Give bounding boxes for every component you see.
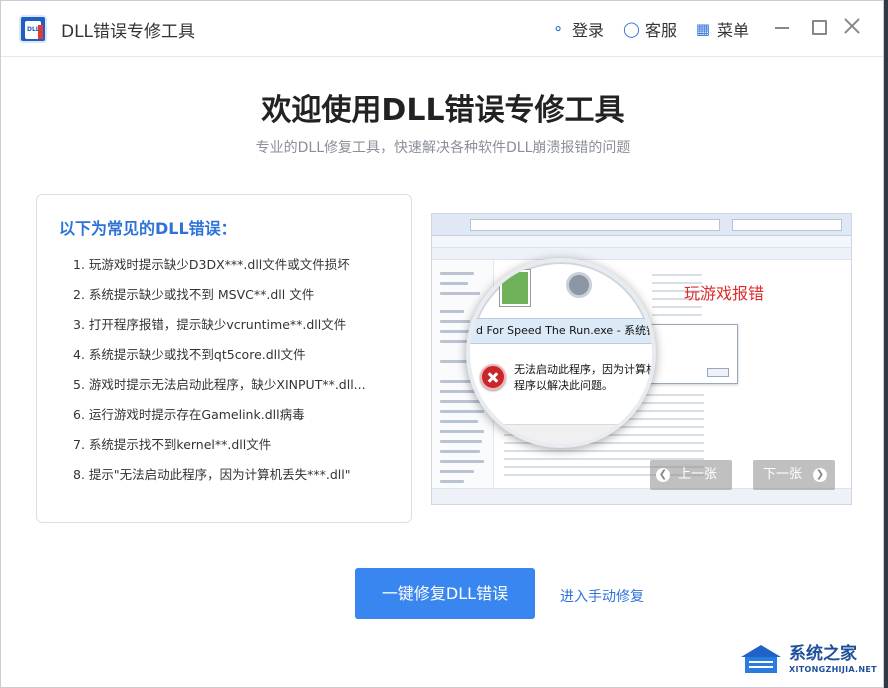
minimize-icon[interactable] xyxy=(771,15,793,37)
service-label: 客服 xyxy=(645,21,678,40)
page-title: 欢迎使用DLL错误专修工具 xyxy=(261,93,625,128)
gear-icon xyxy=(566,272,592,298)
user-icon: ⚬ xyxy=(551,20,565,38)
login-button[interactable]: ⚬ 登录 xyxy=(550,17,604,41)
menu-button[interactable]: ▦ 菜单 xyxy=(695,17,749,41)
menu-label: 菜单 xyxy=(717,21,750,40)
app-title: DLL错误专修工具 xyxy=(61,22,196,42)
watermark-brand: 系统之家 xyxy=(789,644,857,664)
list-item: 6. 运行游戏时提示存在Gamelink.dll病毒 xyxy=(73,407,305,422)
customer-service-button[interactable]: ◯ 客服 xyxy=(623,17,677,41)
file-icon xyxy=(500,270,530,306)
common-errors-panel: 以下为常见的DLL错误： 1. 玩游戏时提示缺少D3DX***.dll文件或文件… xyxy=(36,194,412,523)
list-item: 1. 玩游戏时提示缺少D3DX***.dll文件或文件损坏 xyxy=(73,257,350,272)
previous-image-button[interactable]: ❮ 上一张 xyxy=(650,460,732,490)
house-logo-icon xyxy=(737,645,785,675)
watermark-url: XITONGZHIJIA.NET xyxy=(789,665,877,674)
title-bar: DLL错误专修工具 ⚬ 登录 ◯ 客服 ▦ 菜单 xyxy=(1,1,883,57)
list-item: 4. 系统提示缺少或找不到qt5core.dll文件 xyxy=(73,347,306,362)
explorer-toolbar xyxy=(432,214,851,236)
maximize-icon[interactable] xyxy=(807,15,829,37)
errors-heading: 以下为常见的DLL错误： xyxy=(59,219,237,238)
list-item: 2. 系统提示缺少或找不到 MSVC**.dll 文件 xyxy=(73,287,315,302)
grid-menu-icon: ▦ xyxy=(695,20,711,38)
list-item: 3. 打开程序报错，提示缺少vcruntime**.dll文件 xyxy=(73,317,347,332)
magnified-error-dialog: d For Speed The Run.exe - 系统错误 无法启动此程序，因… xyxy=(466,258,656,448)
error-dialog-thumbnail xyxy=(642,324,738,384)
one-click-repair-button[interactable]: 一键修复DLL错误 xyxy=(355,568,535,619)
error-icon xyxy=(480,364,506,390)
app-window: DLL错误专修工具 ⚬ 登录 ◯ 客服 ▦ 菜单 欢迎使用DLL错误专修工具 专… xyxy=(0,0,884,688)
list-item: 7. 系统提示找不到kernel**.dll文件 xyxy=(73,437,272,452)
login-label: 登录 xyxy=(572,21,605,40)
screenshot-caption: 玩游戏报错 xyxy=(684,284,765,303)
headset-icon: ◯ xyxy=(623,20,640,38)
next-image-button[interactable]: 下一张 ❯ xyxy=(753,460,835,490)
list-item: 5. 游戏时提示无法启动此程序，缺少XINPUT**.dll... xyxy=(73,377,366,392)
errors-list: 1. 玩游戏时提示缺少D3DX***.dll文件或文件损坏 2. 系统提示缺少或… xyxy=(73,257,366,497)
manual-repair-link[interactable]: 进入手动修复 xyxy=(560,586,644,606)
dialog-message: 无法启动此程序，因为计算机中 程序以解决此问题。 xyxy=(514,363,656,392)
dialog-title: d For Speed The Run.exe - 系统错误 xyxy=(470,318,652,344)
list-item: 8. 提示"无法启动此程序，因为计算机丢失***.dll" xyxy=(73,467,351,482)
app-logo-icon xyxy=(19,15,47,43)
watermark: 系统之家 XITONGZHIJIA.NET xyxy=(735,637,885,688)
example-screenshot-carousel: d For Speed The Run.exe - 系统错误 无法启动此程序，因… xyxy=(431,213,852,505)
close-icon[interactable] xyxy=(841,15,863,37)
page-subtitle: 专业的DLL修复工具，快速解决各种软件DLL崩溃报错的问题 xyxy=(255,140,631,156)
chevron-right-icon: ❯ xyxy=(813,468,827,482)
chevron-left-icon: ❮ xyxy=(656,468,670,482)
